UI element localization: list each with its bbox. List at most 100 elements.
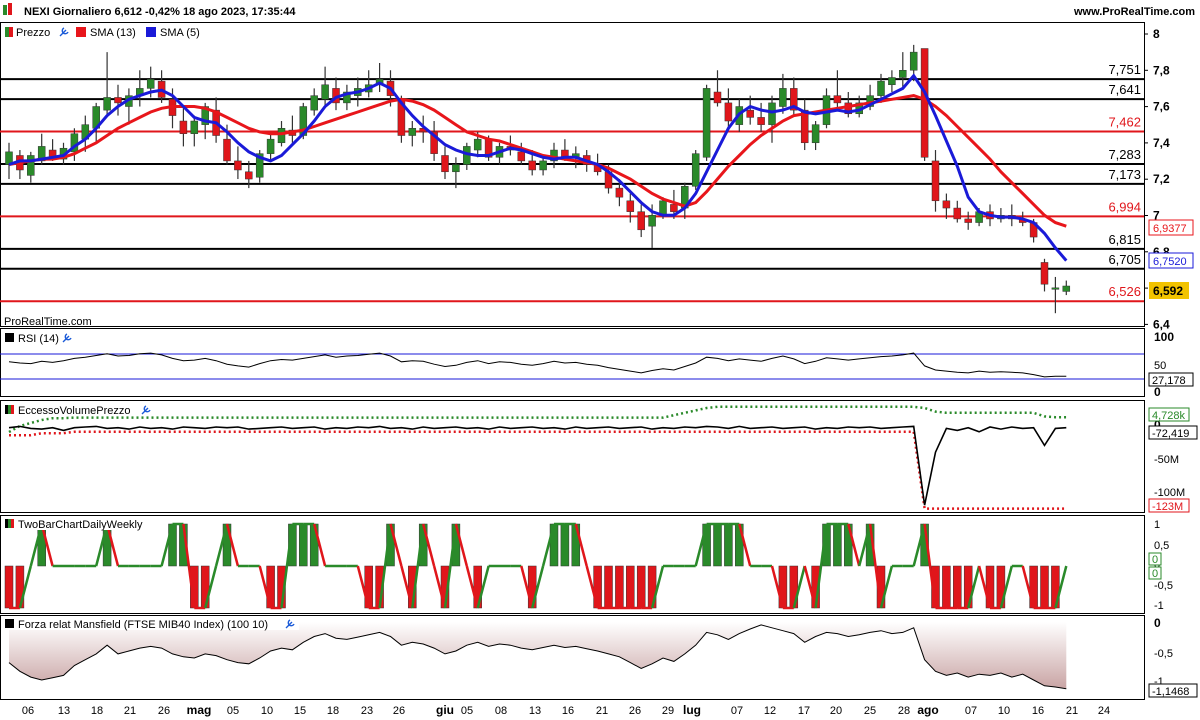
site-url[interactable]: www.ProRealTime.com — [1073, 6, 1195, 18]
x-axis-label: 07 — [965, 705, 977, 717]
candle — [702, 84, 711, 161]
volume-green-value: 4,728k — [1152, 410, 1186, 422]
candle-body — [757, 117, 765, 125]
chart-canvas: NEXI Giornaliero 6,612 -0,42% 18 ago 202… — [0, 0, 1200, 720]
candle-body — [942, 200, 951, 209]
x-axis-label: 06 — [22, 705, 34, 717]
candle-body — [615, 187, 624, 198]
x-axis-label: 16 — [1032, 705, 1044, 717]
x-axis-label: 29 — [662, 705, 674, 717]
twobar-bar — [615, 565, 624, 609]
price-axis-label: 7,4 — [1153, 136, 1170, 150]
rsi-swatch — [5, 333, 14, 342]
candle-body — [146, 79, 155, 89]
twobar-value-2: 0 — [1152, 568, 1158, 580]
sma13-last-value: 6,9377 — [1153, 223, 1187, 235]
candle-body — [670, 204, 678, 212]
candle-body — [920, 48, 929, 158]
price-level-label: 7,751 — [1108, 62, 1141, 77]
twobar-bar — [604, 565, 613, 609]
price-level-label: 6,526 — [1108, 284, 1141, 299]
twobar-bar — [560, 523, 570, 567]
sma13-swatch — [76, 27, 86, 37]
volume-legend: EccessoVolumePrezzo — [18, 405, 131, 417]
x-axis-label: 21 — [1066, 705, 1078, 717]
x-axis-label: 26 — [629, 705, 641, 717]
candle-body — [103, 97, 111, 111]
mansfield-tick-0: 0 — [1154, 616, 1161, 630]
price-axis-label: 8 — [1153, 27, 1160, 41]
rsi-tick-100: 100 — [1154, 330, 1174, 344]
price-level-label: 6,705 — [1108, 252, 1141, 267]
price-axis-label: 7,8 — [1153, 63, 1170, 77]
candle-body — [452, 164, 460, 173]
candle-body — [768, 102, 776, 125]
candle-body — [724, 102, 733, 122]
candle-body — [746, 109, 754, 118]
twobar-tick-05: 0,5 — [1154, 540, 1169, 552]
price-axis-label: 7,6 — [1153, 100, 1170, 114]
legend-sma13: SMA (13) — [90, 27, 136, 39]
candle-body — [833, 95, 842, 104]
candle-body — [877, 80, 885, 96]
candle-body — [909, 51, 918, 71]
rsi-tick-0: 0 — [1154, 385, 1161, 399]
rsi-legend: RSI (14) — [18, 333, 59, 345]
candle-body — [441, 155, 449, 173]
candle-body — [517, 151, 526, 162]
candle-body — [408, 128, 417, 136]
mansfield-tick-m05: -0,5 — [1154, 648, 1173, 660]
volume-tick-100m: -100M — [1154, 487, 1185, 499]
candle-body — [234, 160, 242, 171]
volume-red-value: -123M — [1152, 501, 1183, 513]
twobar-bar — [942, 565, 951, 609]
candle-body — [310, 95, 318, 111]
candle-body — [702, 88, 711, 158]
mansfield-swatch — [5, 619, 14, 628]
x-axis-label: 05 — [227, 705, 239, 717]
candle-body — [27, 155, 35, 176]
volume-black-value: -72,419 — [1152, 428, 1189, 440]
x-axis-label: mag — [187, 703, 212, 717]
price-level-label: 6,994 — [1108, 199, 1141, 214]
x-axis-label: 07 — [731, 705, 743, 717]
candle-body — [179, 120, 188, 134]
twobar-tick-1: 1 — [1154, 519, 1160, 531]
x-axis-label: 10 — [261, 705, 273, 717]
twobar-legend: TwoBarChartDailyWeekly — [18, 519, 143, 531]
candle-body — [626, 200, 635, 212]
candle — [920, 48, 929, 161]
candle-body — [713, 91, 722, 104]
candle-body — [277, 128, 286, 144]
twobar-bar — [626, 565, 635, 609]
legend-sma5: SMA (5) — [160, 27, 200, 39]
candle-body — [223, 138, 231, 162]
candle-body — [245, 171, 253, 180]
x-axis-label: 18 — [91, 705, 103, 717]
price-legend[interactable]: Prezzo SMA (13) SMA (5) — [3, 26, 200, 39]
candle-body — [321, 84, 329, 100]
x-axis-label: 26 — [158, 705, 170, 717]
candle-body — [114, 97, 122, 104]
price-level-label: 7,641 — [1108, 82, 1141, 97]
x-axis-label: 13 — [529, 705, 541, 717]
twobar-tick-m1: -1 — [1154, 600, 1164, 612]
price-legend-icon — [5, 27, 13, 37]
candle-body — [899, 70, 907, 78]
candle-body — [637, 211, 645, 231]
candle-body — [648, 215, 656, 227]
price-level-label: 7,462 — [1108, 115, 1141, 130]
twobar-bar — [713, 523, 722, 567]
watermark: ProRealTime.com — [4, 316, 92, 328]
price-level-label: 6,815 — [1108, 232, 1141, 247]
twobar-bar — [4, 565, 14, 609]
sma5-last-value: 6,7520 — [1153, 256, 1187, 268]
twobar-bar — [636, 565, 646, 609]
price-level-label: 7,173 — [1108, 167, 1141, 182]
x-axis-label: 16 — [562, 705, 574, 717]
x-axis-label: 21 — [596, 705, 608, 717]
candle-body — [1062, 285, 1071, 292]
chart-title: NEXI Giornaliero 6,612 -0,42% 18 ago 202… — [24, 6, 296, 18]
x-axis-label: 28 — [898, 705, 910, 717]
candle-body — [528, 160, 536, 171]
